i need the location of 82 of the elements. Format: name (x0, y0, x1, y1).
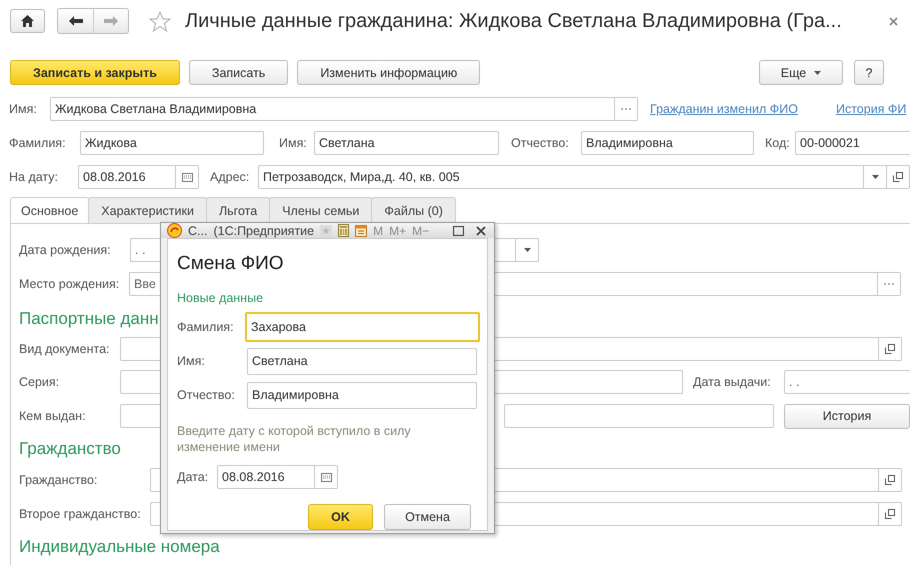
input-field[interactable]: Владимировна (581, 131, 754, 155)
open-button[interactable] (878, 469, 901, 491)
open-icon (893, 172, 903, 182)
history-button[interactable]: История (784, 404, 910, 428)
dropdown-button[interactable] (515, 239, 538, 261)
open-icon (885, 344, 895, 354)
input-field[interactable]: . . (784, 370, 910, 394)
input-field[interactable]: Жидкова (80, 131, 264, 155)
left-arrow-icon (68, 16, 82, 26)
section-heading: Индивидуальные номера (19, 536, 220, 558)
help-button[interactable]: ? (854, 60, 884, 85)
field-label: Имя: (9, 102, 38, 116)
field-label: Имя: (279, 136, 308, 150)
section-heading: Паспортные данн (19, 308, 159, 330)
input-field[interactable]: 08.08.2016 (217, 465, 338, 489)
cancel-button[interactable]: Отмена (384, 504, 471, 530)
calendar-icon (320, 472, 332, 482)
input-field[interactable]: Светлана (314, 131, 499, 155)
input-field[interactable]: Жидкова Светлана Владимировна (50, 97, 638, 121)
calendar-button[interactable] (175, 166, 198, 188)
close-icon[interactable] (476, 226, 486, 236)
ok-button[interactable]: OK (308, 504, 373, 530)
open-button[interactable] (878, 503, 901, 525)
dropdown-icon (814, 70, 822, 74)
field-label: Адрес: (210, 170, 250, 184)
field-label: На дату: (9, 170, 60, 184)
dropdown-icon (524, 248, 530, 252)
star-icon[interactable] (149, 10, 171, 32)
input-field[interactable]: Светлана (247, 348, 477, 374)
input-field[interactable] (504, 404, 774, 428)
field-label: Фамилия: (9, 136, 67, 150)
more-button[interactable]: Еще (759, 60, 843, 85)
input-field[interactable]: Захарова (245, 312, 480, 342)
link[interactable]: История ФИ (836, 102, 906, 116)
app-logo-icon (167, 223, 182, 238)
back-button[interactable] (58, 9, 93, 33)
link[interactable]: Гражданин изменил ФИО (650, 102, 798, 116)
field-label: Фамилия: (177, 320, 235, 334)
open-icon (885, 475, 895, 485)
open-button[interactable] (878, 338, 901, 360)
star-icon[interactable] (320, 224, 332, 236)
toolbar-button[interactable]: Записать (188, 60, 288, 85)
section-heading: Гражданство (19, 438, 121, 460)
field-label: Второе гражданство: (19, 507, 142, 521)
field-label: Отчество: (511, 136, 570, 150)
toolbar-button[interactable]: Изменить информацию (297, 60, 480, 85)
maximize-icon[interactable] (453, 226, 464, 236)
field-label: Имя: (177, 354, 206, 368)
field-label: Код: (765, 136, 791, 150)
field-label: Вид документа: (19, 342, 111, 356)
field-label: Отчество: (177, 388, 236, 402)
dialog-title: С... (188, 224, 208, 238)
right-arrow-icon (104, 16, 118, 26)
field-label: Гражданство: (19, 473, 98, 487)
home-button[interactable] (10, 9, 45, 33)
tab[interactable]: Файлы (0) (371, 197, 456, 223)
dialog-app-name: (1С:Предприятие (213, 224, 314, 238)
field-label: Дата рождения: (19, 243, 112, 257)
dropdown-icon (872, 175, 878, 179)
input-field[interactable]: Петрозаводск, Мира,д. 40, кв. 005 (258, 165, 910, 189)
window-title: Личные данные гражданина: Жидкова Светлана Владимировна (Гра... (185, 10, 843, 32)
calendar-icon (182, 172, 192, 182)
field-label: Кем выдан: (19, 409, 87, 423)
field-label: Место рождения: (19, 277, 120, 291)
tab[interactable]: Льгота (206, 197, 270, 223)
calculator-icon[interactable] (338, 224, 350, 237)
field-label: Серия: (19, 375, 60, 389)
open-button[interactable] (886, 166, 909, 188)
calendar-icon[interactable] (355, 224, 368, 237)
tab[interactable]: Основное (10, 197, 90, 223)
tab[interactable]: Характеристики (88, 197, 207, 223)
field-label: Дата: (177, 470, 210, 484)
input-field[interactable]: Владимировна (247, 382, 477, 408)
open-icon (885, 509, 895, 519)
hint-text: Введите дату с которой вступило в силу изменение имени (177, 423, 412, 455)
input-field[interactable]: 00-000021 (795, 131, 910, 155)
tab[interactable]: Члены семьи (269, 197, 372, 223)
save-close-button[interactable]: Записать и закрыть (10, 60, 180, 85)
home-icon (21, 15, 34, 27)
input-field[interactable]: 08.08.2016 (78, 165, 199, 189)
calendar-button[interactable] (314, 466, 337, 488)
field-label: Дата выдачи: (693, 375, 772, 389)
